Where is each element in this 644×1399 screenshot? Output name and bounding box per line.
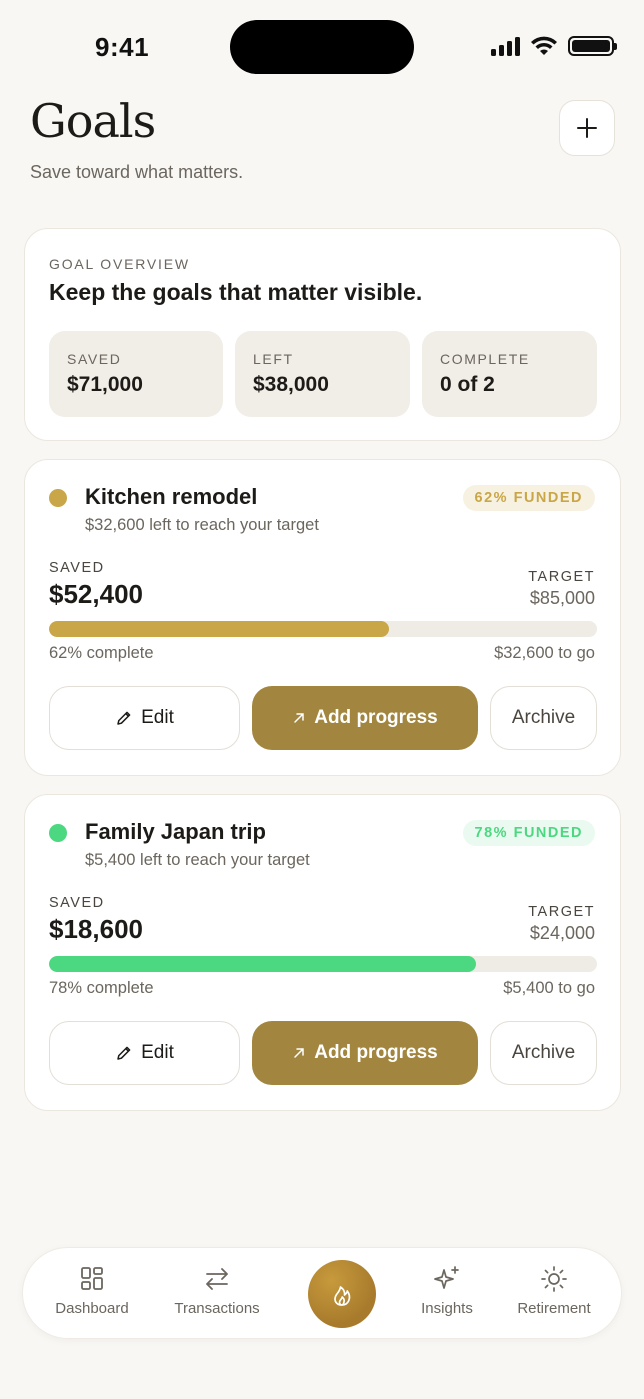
saved-label: SAVED bbox=[49, 560, 105, 576]
arrows-icon bbox=[206, 1268, 228, 1290]
tab-label: Transactions bbox=[174, 1300, 260, 1317]
dynamic-island bbox=[230, 20, 414, 74]
remaining-text: $32,600 to go bbox=[494, 644, 595, 662]
goal-overview-card: GOAL OVERVIEW Keep the goals that matter… bbox=[24, 228, 621, 441]
tab-label: Retirement bbox=[517, 1300, 591, 1317]
status-icons bbox=[491, 36, 617, 56]
archive-label: Archive bbox=[511, 707, 576, 728]
arrow-up-right-icon bbox=[294, 713, 304, 723]
goal-name: Family Japan trip bbox=[85, 819, 266, 844]
add-progress-label: Add progress bbox=[314, 1042, 438, 1063]
sun-icon bbox=[541, 1266, 567, 1292]
tab-insights[interactable]: Insights bbox=[411, 1264, 483, 1317]
pencil-icon bbox=[117, 1046, 131, 1060]
edit-label: Edit bbox=[141, 1042, 174, 1063]
grid-icon bbox=[81, 1267, 103, 1290]
tab-dashboard[interactable]: Dashboard bbox=[51, 1264, 133, 1317]
stat-value: 0 of 2 bbox=[440, 373, 495, 396]
progress-bar bbox=[49, 621, 597, 637]
progress-fill bbox=[49, 956, 477, 972]
signal-icon bbox=[491, 36, 520, 56]
saved-value: $52,400 bbox=[49, 579, 143, 609]
add-goal-button[interactable] bbox=[559, 100, 615, 156]
battery-icon bbox=[568, 36, 617, 56]
funded-badge: 62% FUNDED bbox=[462, 485, 595, 511]
archive-label: Archive bbox=[511, 1042, 576, 1063]
home-fab-button[interactable] bbox=[308, 1260, 376, 1328]
stat-label: COMPLETE bbox=[440, 351, 530, 367]
plus-icon bbox=[577, 118, 597, 138]
sparkle-icon bbox=[434, 1266, 459, 1289]
target-value: $24,000 bbox=[529, 923, 595, 943]
stat-saved: SAVED $71,000 bbox=[49, 331, 223, 417]
goal-subtitle: $5,400 left to reach your target bbox=[85, 851, 310, 869]
progress-bar bbox=[49, 956, 597, 972]
progress-percent-text: 62% complete bbox=[49, 644, 154, 662]
overview-heading: Keep the goals that matter visible. bbox=[49, 279, 423, 305]
wifi-icon bbox=[531, 36, 557, 55]
target-value: $85,000 bbox=[529, 588, 595, 608]
status-time: 9:41 bbox=[95, 32, 150, 62]
goal-subtitle: $32,600 left to reach your target bbox=[85, 516, 319, 534]
goal-card-family-japan-trip[interactable]: Family Japan trip $5,400 left to reach y… bbox=[24, 794, 621, 1111]
goal-card-kitchen-remodel[interactable]: Kitchen remodel $32,600 left to reach yo… bbox=[24, 459, 621, 776]
saved-label: SAVED bbox=[49, 895, 105, 911]
add-progress-button[interactable]: Add progress bbox=[252, 686, 478, 750]
add-progress-label: Add progress bbox=[314, 707, 438, 728]
archive-button[interactable]: Archive bbox=[490, 1021, 597, 1085]
status-bar: 9:41 bbox=[0, 0, 644, 90]
target-label: TARGET bbox=[528, 569, 595, 585]
archive-button[interactable]: Archive bbox=[490, 686, 597, 750]
page-subtitle: Save toward what matters. bbox=[30, 162, 244, 182]
goal-color-dot bbox=[49, 824, 67, 842]
tab-label: Dashboard bbox=[55, 1300, 129, 1317]
edit-button[interactable]: Edit bbox=[49, 1021, 240, 1085]
page-title: Goals bbox=[30, 94, 156, 148]
remaining-text: $5,400 to go bbox=[503, 979, 595, 997]
stat-complete: COMPLETE 0 of 2 bbox=[422, 331, 597, 417]
stat-label: LEFT bbox=[253, 351, 294, 367]
tab-retirement[interactable]: Retirement bbox=[507, 1264, 601, 1317]
tab-bar: Dashboard Transactions Insights Retireme… bbox=[22, 1247, 622, 1339]
stat-value: $38,000 bbox=[253, 373, 329, 396]
arrow-up-right-icon bbox=[294, 1048, 304, 1058]
stat-left: LEFT $38,000 bbox=[235, 331, 410, 417]
progress-fill bbox=[49, 621, 389, 637]
target-label: TARGET bbox=[528, 904, 595, 920]
edit-label: Edit bbox=[141, 707, 174, 728]
tab-label: Insights bbox=[421, 1300, 473, 1317]
stat-label: SAVED bbox=[67, 351, 122, 367]
progress-percent-text: 78% complete bbox=[49, 979, 154, 997]
edit-button[interactable]: Edit bbox=[49, 686, 240, 750]
flame-icon bbox=[334, 1286, 351, 1306]
goal-name: Kitchen remodel bbox=[85, 484, 258, 509]
overview-eyebrow: GOAL OVERVIEW bbox=[49, 256, 190, 272]
saved-value: $18,600 bbox=[49, 914, 143, 944]
add-progress-button[interactable]: Add progress bbox=[252, 1021, 478, 1085]
pencil-icon bbox=[117, 711, 131, 725]
stat-value: $71,000 bbox=[67, 373, 143, 396]
goal-color-dot bbox=[49, 489, 67, 507]
funded-badge: 78% FUNDED bbox=[462, 820, 595, 846]
tab-transactions[interactable]: Transactions bbox=[167, 1264, 267, 1317]
